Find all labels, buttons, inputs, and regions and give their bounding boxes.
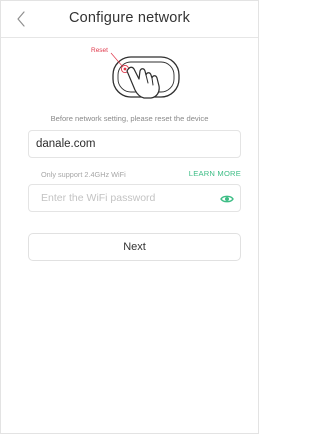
wifi-password-input[interactable] (35, 189, 211, 207)
learn-more-link[interactable]: LEARN MORE (189, 169, 241, 178)
hand-press-device-icon (110, 52, 180, 99)
wifi-support-note: Only support 2.4GHz WiFi (41, 170, 126, 179)
wifi-password-field (28, 184, 241, 212)
wifi-ssid-field[interactable]: danale.com (28, 130, 241, 158)
page-title: Configure network (68, 10, 191, 26)
configure-network-screen: Configure network Reset Before network s… (0, 0, 259, 434)
chevron-left-icon (17, 11, 25, 27)
eye-icon[interactable] (220, 192, 234, 206)
reset-instruction: Before network setting, please reset the… (50, 114, 209, 123)
wifi-ssid-value: danale.com (36, 138, 96, 150)
back-button[interactable] (9, 7, 33, 31)
reset-label: Reset (91, 47, 108, 54)
header-bar: Configure network (1, 1, 258, 38)
next-button[interactable]: Next (28, 233, 241, 261)
